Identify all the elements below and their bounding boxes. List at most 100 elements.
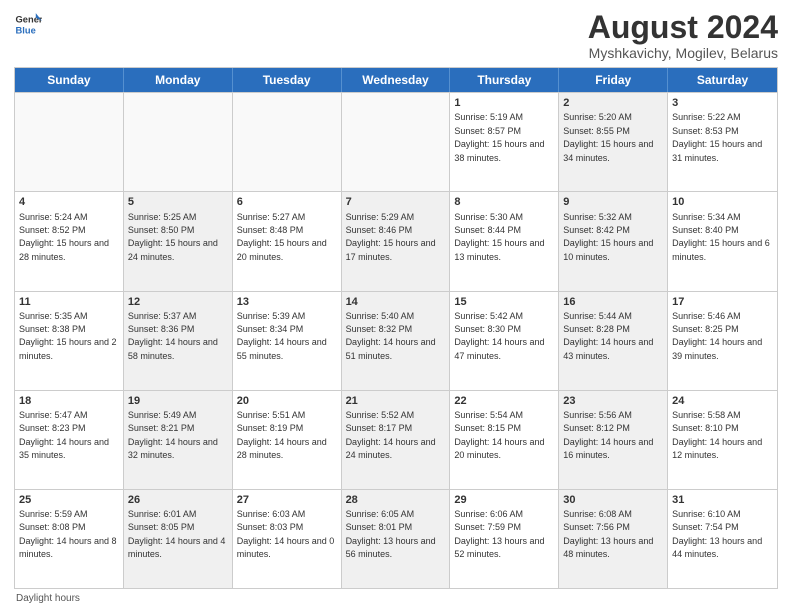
day-cell-18: 18 Sunrise: 5:47 AM Sunset: 8:23 PM Dayli… — [15, 391, 124, 489]
day-info: Sunrise: 6:08 AM Sunset: 7:56 PM Dayligh… — [563, 509, 653, 559]
day-cell-29: 29 Sunrise: 6:06 AM Sunset: 7:59 PM Dayli… — [450, 490, 559, 588]
day-info: Sunrise: 6:01 AM Sunset: 8:05 PM Dayligh… — [128, 509, 226, 559]
day-info: Sunrise: 6:03 AM Sunset: 8:03 PM Dayligh… — [237, 509, 335, 559]
day-cell-15: 15Sunrise: 5:42 AM Sunset: 8:30 PM Dayli… — [450, 292, 559, 390]
day-number: 20 — [237, 394, 337, 408]
svg-text:Blue: Blue — [16, 25, 36, 35]
top-header: General Blue August 2024 Myshkavichy, Mo… — [14, 10, 778, 61]
day-number: 3 — [672, 96, 773, 110]
day-info: Sunrise: 5:37 AM Sunset: 8:36 PM Dayligh… — [128, 311, 218, 361]
day-number: 30 — [563, 493, 663, 507]
day-cell-1: 1 Sunrise: 5:19 AM Sunset: 8:57 PM Daylig… — [450, 93, 559, 191]
day-cell-25: 25Sunrise: 5:59 AM Sunset: 8:08 PM Dayli… — [15, 490, 124, 588]
day-cell-31: 31Sunrise: 6:10 AM Sunset: 7:54 PM Dayli… — [668, 490, 777, 588]
day-number: 8 — [454, 195, 554, 209]
day-cell-30: 30 Sunrise: 6:08 AM Sunset: 7:56 PM Dayli… — [559, 490, 668, 588]
day-cell-5: 5Sunrise: 5:25 AM Sunset: 8:50 PM Daylig… — [124, 192, 233, 290]
day-cell-16: 16 Sunrise: 5:44 AM Sunset: 8:28 PM Dayli… — [559, 292, 668, 390]
day-number: 16 — [563, 295, 663, 309]
day-info: Sunrise: 5:34 AM Sunset: 8:40 PM Dayligh… — [672, 212, 770, 262]
day-number: 6 — [237, 195, 337, 209]
day-number: 21 — [346, 394, 446, 408]
day-info: Sunrise: 5:49 AM Sunset: 8:21 PM Dayligh… — [128, 410, 218, 460]
day-info: Sunrise: 5:35 AM Sunset: 8:38 PM Dayligh… — [19, 311, 117, 361]
day-cell-26: 26Sunrise: 6:01 AM Sunset: 8:05 PM Dayli… — [124, 490, 233, 588]
day-number: 1 — [454, 96, 554, 110]
day-info: Sunrise: 5:39 AM Sunset: 8:34 PM Dayligh… — [237, 311, 327, 361]
empty-cell — [233, 93, 342, 191]
day-info: Sunrise: 5:44 AM Sunset: 8:28 PM Dayligh… — [563, 311, 653, 361]
day-cell-27: 27 Sunrise: 6:03 AM Sunset: 8:03 PM Dayli… — [233, 490, 342, 588]
day-info: Sunrise: 6:10 AM Sunset: 7:54 PM Dayligh… — [672, 509, 762, 559]
day-cell-6: 6 Sunrise: 5:27 AM Sunset: 8:48 PM Daylig… — [233, 192, 342, 290]
day-number: 22 — [454, 394, 554, 408]
day-info: Sunrise: 6:06 AM Sunset: 7:59 PM Dayligh… — [454, 509, 544, 559]
day-number: 14 — [346, 295, 446, 309]
title-block: August 2024 Myshkavichy, Mogilev, Belaru… — [588, 10, 778, 61]
day-number: 5 — [128, 195, 228, 209]
empty-cell — [342, 93, 451, 191]
day-info: Sunrise: 5:52 AM Sunset: 8:17 PM Dayligh… — [346, 410, 436, 460]
day-header-tuesday: Tuesday — [233, 68, 342, 92]
day-number: 23 — [563, 394, 663, 408]
day-info: Sunrise: 5:58 AM Sunset: 8:10 PM Dayligh… — [672, 410, 762, 460]
day-number: 18 — [19, 394, 119, 408]
day-number: 27 — [237, 493, 337, 507]
day-info: Sunrise: 5:30 AM Sunset: 8:44 PM Dayligh… — [454, 212, 544, 262]
day-info: Sunrise: 5:24 AM Sunset: 8:52 PM Dayligh… — [19, 212, 109, 262]
day-info: Sunrise: 5:20 AM Sunset: 8:55 PM Dayligh… — [563, 112, 653, 162]
day-header-friday: Friday — [559, 68, 668, 92]
subtitle: Myshkavichy, Mogilev, Belarus — [588, 45, 778, 61]
day-info: Sunrise: 5:40 AM Sunset: 8:32 PM Dayligh… — [346, 311, 436, 361]
day-header-saturday: Saturday — [668, 68, 777, 92]
day-number: 10 — [672, 195, 773, 209]
page: General Blue August 2024 Myshkavichy, Mo… — [0, 0, 792, 612]
calendar-row-2: 4 Sunrise: 5:24 AM Sunset: 8:52 PM Daylig… — [15, 191, 777, 290]
day-cell-13: 13Sunrise: 5:39 AM Sunset: 8:34 PM Dayli… — [233, 292, 342, 390]
day-number: 25 — [19, 493, 119, 507]
calendar-row-5: 25Sunrise: 5:59 AM Sunset: 8:08 PM Dayli… — [15, 489, 777, 588]
main-title: August 2024 — [588, 10, 778, 45]
day-number: 2 — [563, 96, 663, 110]
day-number: 7 — [346, 195, 446, 209]
day-info: Sunrise: 5:47 AM Sunset: 8:23 PM Dayligh… — [19, 410, 109, 460]
day-cell-8: 8 Sunrise: 5:30 AM Sunset: 8:44 PM Daylig… — [450, 192, 559, 290]
day-number: 29 — [454, 493, 554, 507]
day-cell-4: 4 Sunrise: 5:24 AM Sunset: 8:52 PM Daylig… — [15, 192, 124, 290]
day-cell-10: 10 Sunrise: 5:34 AM Sunset: 8:40 PM Dayli… — [668, 192, 777, 290]
day-header-wednesday: Wednesday — [342, 68, 451, 92]
day-info: Sunrise: 5:19 AM Sunset: 8:57 PM Dayligh… — [454, 112, 544, 162]
day-cell-2: 2 Sunrise: 5:20 AM Sunset: 8:55 PM Daylig… — [559, 93, 668, 191]
day-info: Sunrise: 5:32 AM Sunset: 8:42 PM Dayligh… — [563, 212, 653, 262]
calendar-row-4: 18 Sunrise: 5:47 AM Sunset: 8:23 PM Dayli… — [15, 390, 777, 489]
empty-cell — [124, 93, 233, 191]
day-cell-28: 28 Sunrise: 6:05 AM Sunset: 8:01 PM Dayli… — [342, 490, 451, 588]
empty-cell — [15, 93, 124, 191]
day-cell-3: 3 Sunrise: 5:22 AM Sunset: 8:53 PM Daylig… — [668, 93, 777, 191]
day-info: Sunrise: 5:27 AM Sunset: 8:48 PM Dayligh… — [237, 212, 327, 262]
day-info: Sunrise: 5:56 AM Sunset: 8:12 PM Dayligh… — [563, 410, 653, 460]
day-cell-19: 19Sunrise: 5:49 AM Sunset: 8:21 PM Dayli… — [124, 391, 233, 489]
day-info: Sunrise: 5:42 AM Sunset: 8:30 PM Dayligh… — [454, 311, 544, 361]
logo: General Blue — [14, 10, 42, 38]
day-cell-11: 11Sunrise: 5:35 AM Sunset: 8:38 PM Dayli… — [15, 292, 124, 390]
day-info: Sunrise: 5:46 AM Sunset: 8:25 PM Dayligh… — [672, 311, 762, 361]
day-cell-14: 14 Sunrise: 5:40 AM Sunset: 8:32 PM Dayli… — [342, 292, 451, 390]
day-number: 4 — [19, 195, 119, 209]
calendar-header: SundayMondayTuesdayWednesdayThursdayFrid… — [15, 68, 777, 92]
day-cell-9: 9 Sunrise: 5:32 AM Sunset: 8:42 PM Daylig… — [559, 192, 668, 290]
day-header-sunday: Sunday — [15, 68, 124, 92]
day-info: Sunrise: 5:54 AM Sunset: 8:15 PM Dayligh… — [454, 410, 544, 460]
day-cell-17: 17Sunrise: 5:46 AM Sunset: 8:25 PM Dayli… — [668, 292, 777, 390]
day-number: 28 — [346, 493, 446, 507]
footer-note: Daylight hours — [14, 593, 778, 604]
calendar-row-3: 11Sunrise: 5:35 AM Sunset: 8:38 PM Dayli… — [15, 291, 777, 390]
day-cell-21: 21 Sunrise: 5:52 AM Sunset: 8:17 PM Dayli… — [342, 391, 451, 489]
day-header-thursday: Thursday — [450, 68, 559, 92]
day-info: Sunrise: 6:05 AM Sunset: 8:01 PM Dayligh… — [346, 509, 436, 559]
day-number: 9 — [563, 195, 663, 209]
day-info: Sunrise: 5:22 AM Sunset: 8:53 PM Dayligh… — [672, 112, 762, 162]
day-header-monday: Monday — [124, 68, 233, 92]
day-cell-24: 24 Sunrise: 5:58 AM Sunset: 8:10 PM Dayli… — [668, 391, 777, 489]
day-number: 24 — [672, 394, 773, 408]
